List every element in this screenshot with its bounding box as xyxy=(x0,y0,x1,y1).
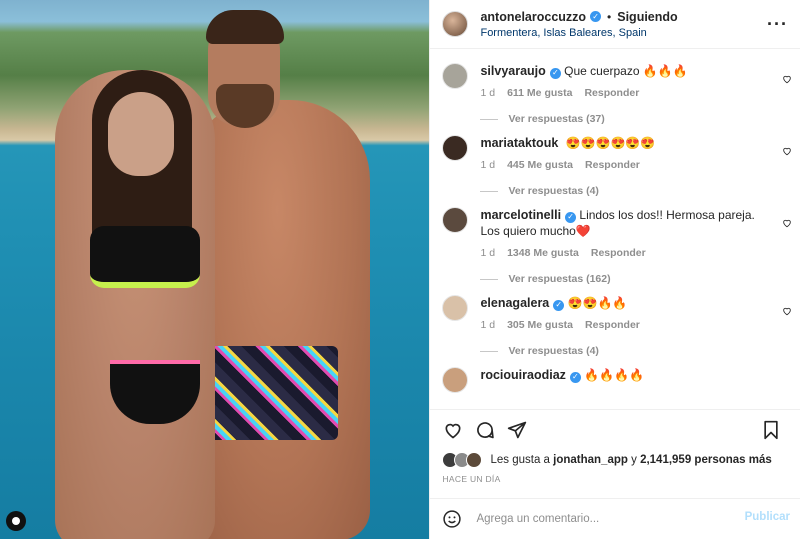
comment-input[interactable] xyxy=(474,512,719,526)
liker-username[interactable]: jonathan_app xyxy=(553,454,628,466)
comment-likes[interactable]: 445 Me gusta xyxy=(507,159,573,171)
comment-likes[interactable]: 305 Me gusta xyxy=(507,319,573,331)
verified-badge-icon: ✓ xyxy=(565,211,577,223)
reply-button[interactable]: Responder xyxy=(585,159,640,171)
instagram-post-view: antonelaroccuzzo ✓ • Siguiendo Formenter… xyxy=(0,0,800,539)
likes-summary: Les gusta a jonathan_app y 2,141,959 per… xyxy=(430,450,800,470)
comment-text: 😍😍🔥🔥 xyxy=(567,296,628,310)
view-replies-label: Ver respuestas (4) xyxy=(508,345,599,357)
likes-prefix: Les gusta a xyxy=(490,454,550,466)
view-replies-button[interactable]: Ver respuestas (162) xyxy=(480,273,760,285)
comment-composer: Publicar xyxy=(430,498,800,539)
like-comment-heart-icon[interactable] xyxy=(782,217,792,228)
post-photo[interactable] xyxy=(0,0,430,539)
comment-time[interactable]: 1 d xyxy=(480,247,495,259)
comment-text: Que cuerpazo 🔥🔥🔥 xyxy=(564,64,688,78)
replies-divider xyxy=(480,118,499,120)
more-options-icon[interactable]: ··· xyxy=(767,14,788,35)
photo-bikini-top xyxy=(90,226,200,288)
commenter-username[interactable]: mariataktouk xyxy=(480,136,558,150)
post-location[interactable]: Formentera, Islas Baleares, Spain xyxy=(480,27,677,39)
author-meta: antonelaroccuzzo ✓ • Siguiendo Formenter… xyxy=(480,10,677,39)
likes-connector: y xyxy=(631,454,637,466)
comment-time[interactable]: 1 d xyxy=(480,159,495,171)
likes-count[interactable]: 2,141,959 personas más xyxy=(640,454,772,466)
reply-button[interactable]: Responder xyxy=(584,87,639,99)
view-replies-label: Ver respuestas (4) xyxy=(508,185,599,197)
verified-badge-icon: ✓ xyxy=(569,371,581,383)
photo-person-right-hair xyxy=(206,10,284,44)
photo-person-left-face xyxy=(108,92,174,176)
commenter-avatar[interactable] xyxy=(442,63,469,89)
post-side-panel: antonelaroccuzzo ✓ • Siguiendo Formenter… xyxy=(429,0,800,539)
replies-divider xyxy=(480,350,499,352)
replies-divider xyxy=(480,278,499,280)
comment-time[interactable]: 1 d xyxy=(480,319,495,331)
verified-badge-icon: ✓ xyxy=(553,299,565,311)
replies-divider xyxy=(480,190,499,192)
commenter-avatar[interactable] xyxy=(442,207,469,233)
comment-item: silvyaraujo ✓ Que cuerpazo 🔥🔥🔥 1 d 611 Me… xyxy=(430,53,800,125)
following-button[interactable]: Siguiendo xyxy=(617,10,677,24)
post-header: antonelaroccuzzo ✓ • Siguiendo Formenter… xyxy=(430,0,800,49)
comment-likes[interactable]: 1348 Me gusta xyxy=(507,247,579,259)
commenter-username[interactable]: marcelotinelli xyxy=(480,208,561,222)
commenter-username[interactable]: silvyaraujo xyxy=(480,64,545,78)
comment-time[interactable]: 1 d xyxy=(480,87,495,99)
photo-swim-shorts xyxy=(208,346,338,440)
reply-button[interactable]: Responder xyxy=(585,319,640,331)
comment-likes[interactable]: 611 Me gusta xyxy=(507,87,572,99)
comments-list[interactable]: silvyaraujo ✓ Que cuerpazo 🔥🔥🔥 1 d 611 Me… xyxy=(430,49,800,409)
reply-button[interactable]: Responder xyxy=(591,247,646,259)
post-actions-bar xyxy=(430,409,800,450)
like-comment-heart-icon[interactable] xyxy=(782,145,792,156)
post-timestamp[interactable]: HACE UN DÍA xyxy=(430,474,800,484)
verified-badge-icon: ✓ xyxy=(590,11,602,22)
view-replies-button[interactable]: Ver respuestas (4) xyxy=(480,185,760,197)
author-username[interactable]: antonelaroccuzzo xyxy=(480,10,586,24)
view-replies-label: Ver respuestas (162) xyxy=(508,273,611,285)
comment-text: 😍😍😍😍😍😍 xyxy=(565,136,656,150)
commenter-username[interactable]: elenagalera xyxy=(480,296,549,310)
comment-item: elenagalera ✓ 😍😍🔥🔥 1 d 305 Me gusta Respo… xyxy=(430,285,800,357)
like-comment-heart-icon[interactable] xyxy=(782,73,792,84)
comment-item: rociouiraodiaz ✓ 🔥🔥🔥🔥 xyxy=(430,357,800,393)
share-send-icon[interactable] xyxy=(506,419,528,441)
tagged-user-icon[interactable] xyxy=(6,511,26,531)
verified-badge-icon: ✓ xyxy=(549,67,561,79)
view-replies-button[interactable]: Ver respuestas (37) xyxy=(480,113,760,125)
comment-item: mariataktouk 😍😍😍😍😍😍 1 d 445 Me gusta Res… xyxy=(430,125,800,197)
commenter-avatar[interactable] xyxy=(442,135,469,161)
save-bookmark-icon[interactable] xyxy=(760,419,782,441)
like-heart-icon[interactable] xyxy=(442,419,464,441)
comment-text: 🔥🔥🔥🔥 xyxy=(584,368,645,382)
commenter-avatar[interactable] xyxy=(442,367,469,393)
publish-button[interactable]: Publicar xyxy=(745,511,790,523)
liker-avatar xyxy=(466,452,483,468)
header-separator: • xyxy=(607,9,612,24)
commenter-avatar[interactable] xyxy=(442,295,469,321)
view-replies-button[interactable]: Ver respuestas (4) xyxy=(480,345,760,357)
like-comment-heart-icon[interactable] xyxy=(782,305,792,316)
view-replies-label: Ver respuestas (37) xyxy=(508,113,605,125)
author-avatar[interactable] xyxy=(442,11,469,37)
commenter-username[interactable]: rociouiraodiaz xyxy=(480,368,565,382)
comment-bubble-icon[interactable] xyxy=(474,419,496,441)
liker-avatars[interactable] xyxy=(442,452,483,468)
comment-item: marcelotinelli ✓ Lindos los dos!! Hermosa… xyxy=(430,197,800,285)
emoji-picker-icon[interactable] xyxy=(442,509,462,529)
